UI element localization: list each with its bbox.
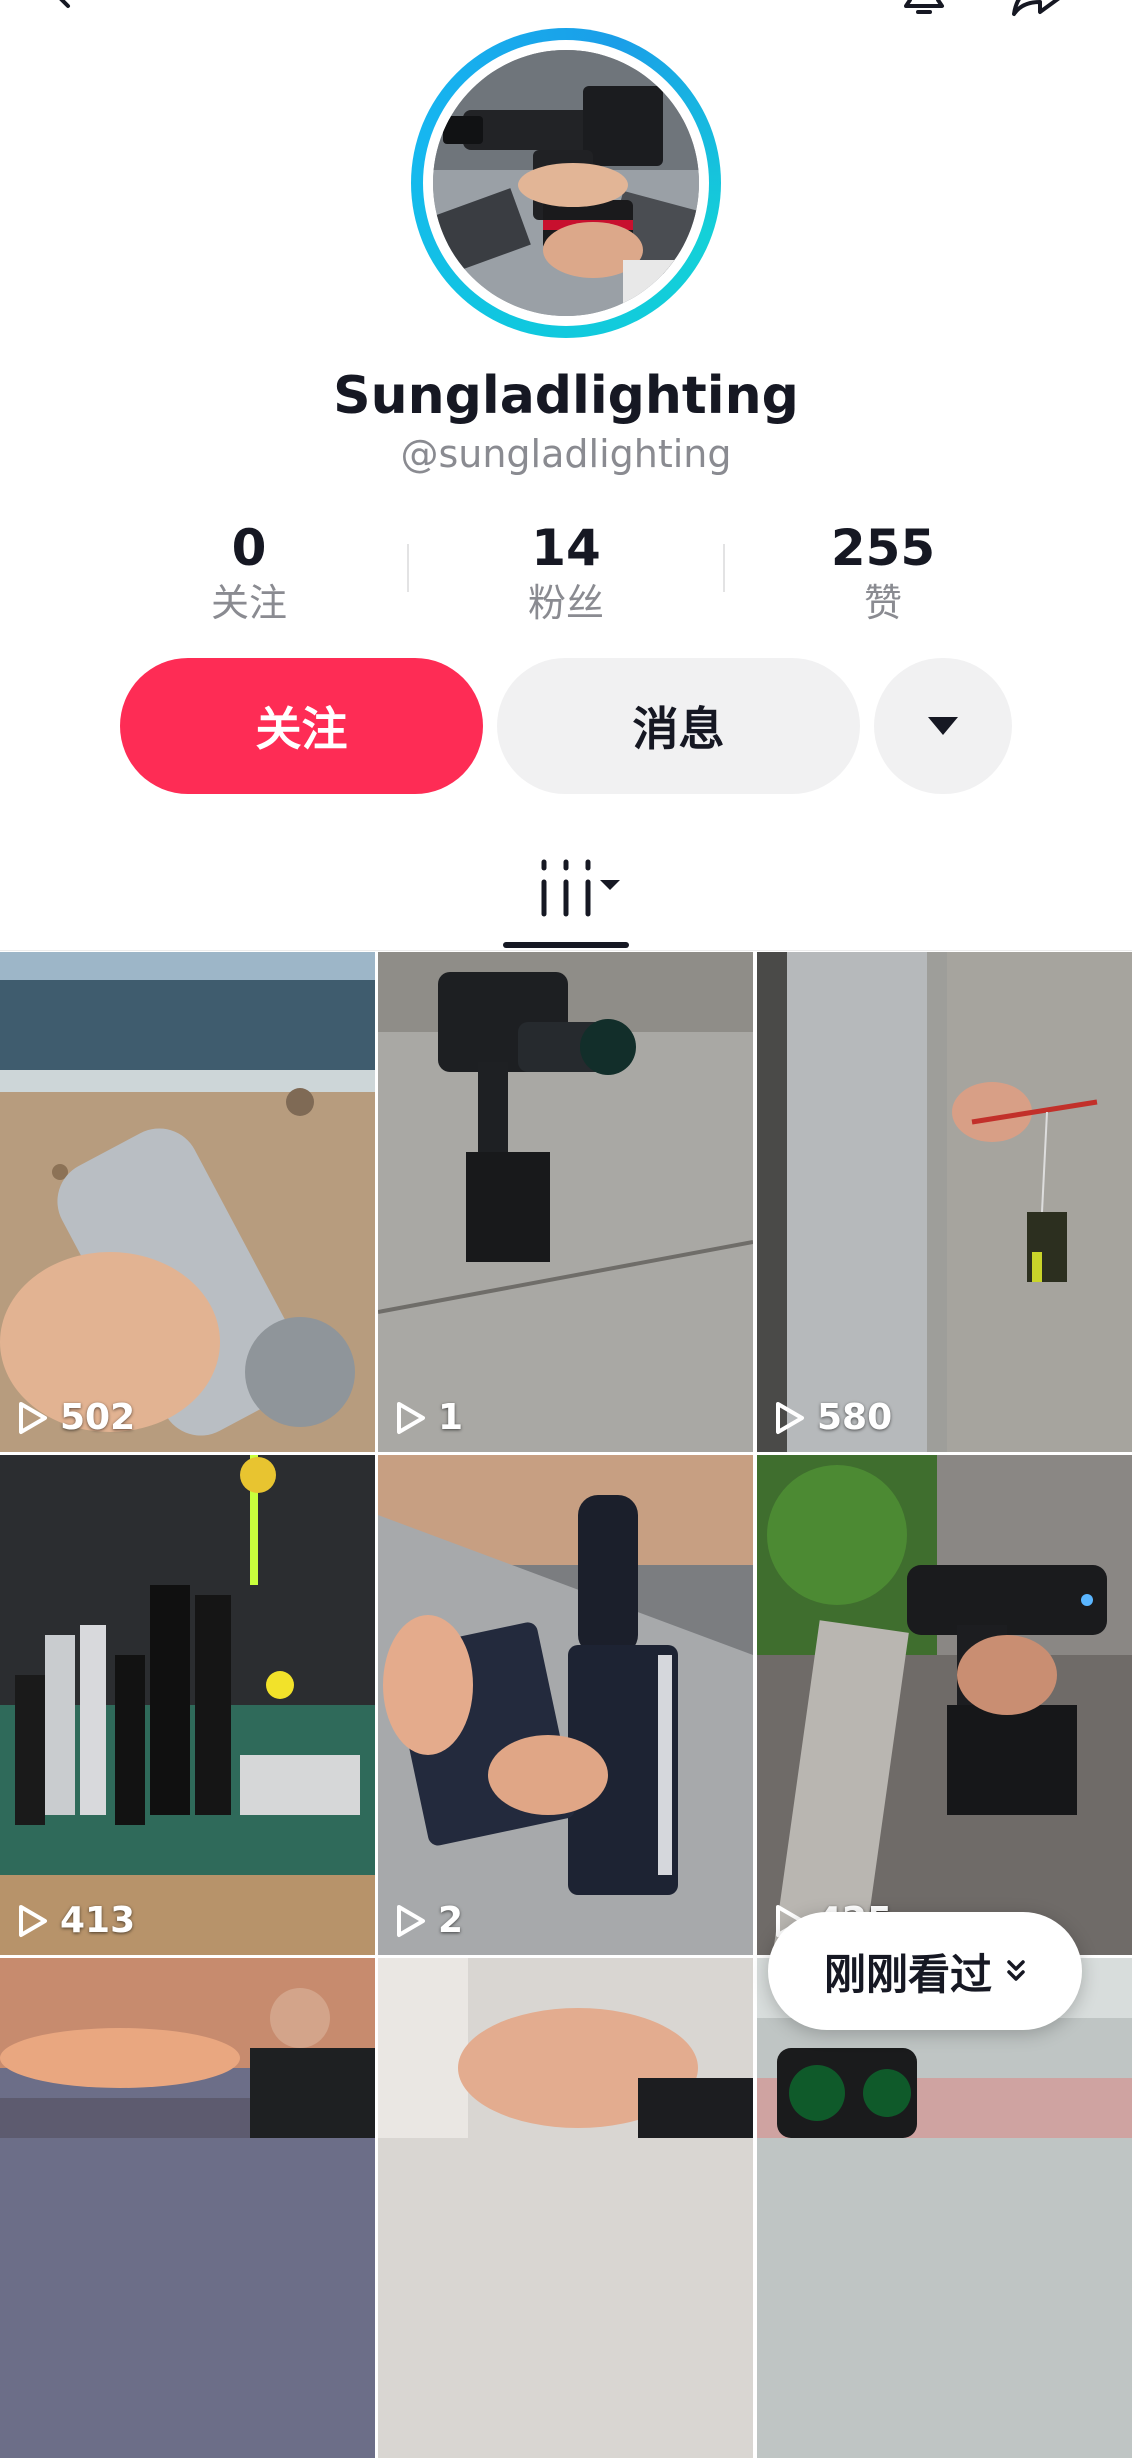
play-icon — [397, 1401, 425, 1434]
video-thumbnail[interactable] — [0, 1958, 375, 2458]
video-thumbnail[interactable]: 1 — [378, 952, 753, 1452]
follow-button-label: 关注 — [255, 702, 348, 756]
video-thumbnail[interactable]: 580 — [757, 952, 1132, 1452]
following-stat[interactable]: 0 关注 — [124, 518, 374, 628]
message-button[interactable]: 消息 — [497, 658, 860, 794]
video-view-count: 413 — [18, 1900, 135, 1941]
likes-label: 赞 — [863, 581, 902, 625]
avatar-border: 21700 — [423, 40, 709, 326]
following-label: 关注 — [210, 581, 287, 625]
play-icon — [397, 1904, 425, 1937]
stat-divider — [407, 544, 409, 592]
video-view-count: 2 — [396, 1900, 463, 1941]
video-view-count: 502 — [18, 1397, 135, 1438]
tab-divider — [0, 950, 1132, 951]
share-icon[interactable] — [1010, 0, 1066, 18]
play-icon — [19, 1401, 47, 1434]
avatar[interactable]: 21700 — [411, 28, 721, 338]
profile-display-name: Sungladlighting — [333, 366, 799, 426]
likes-stat[interactable]: 255 赞 — [758, 518, 1008, 628]
play-icon — [19, 1904, 47, 1937]
suggested-accounts-button[interactable] — [874, 658, 1012, 794]
avatar-photo: 21700 — [433, 50, 699, 316]
video-thumbnail[interactable]: 425 — [757, 1455, 1132, 1955]
profile-handle: @sungladlighting — [400, 432, 732, 476]
follow-button[interactable]: 关注 — [120, 658, 483, 794]
video-thumbnail[interactable]: 413 — [0, 1455, 375, 1955]
back-icon[interactable] — [40, 0, 80, 10]
play-icon — [776, 1401, 804, 1434]
stat-divider — [723, 544, 725, 592]
video-view-count: 1 — [396, 1397, 463, 1438]
videos-grid-tab-icon[interactable] — [530, 856, 630, 920]
video-thumbnail[interactable] — [378, 1958, 753, 2458]
followers-stat[interactable]: 14 粉丝 — [441, 518, 691, 628]
notification-bell-icon[interactable] — [900, 0, 948, 18]
video-thumbnail[interactable]: 502 — [0, 952, 375, 1452]
top-bar — [0, 0, 1132, 30]
followers-label: 粉丝 — [527, 581, 604, 625]
recently-viewed-label: 刚刚看过 — [823, 1949, 992, 1999]
video-thumbnail[interactable] — [757, 1958, 1132, 2458]
followers-count: 14 — [531, 519, 601, 577]
following-count: 0 — [231, 519, 267, 577]
message-button-label: 消息 — [632, 702, 725, 756]
recently-viewed-button[interactable]: 刚刚看过 — [768, 1912, 1082, 2030]
caret-down-icon — [928, 717, 958, 735]
video-view-count: 580 — [775, 1397, 892, 1438]
video-thumbnail[interactable]: 2 — [378, 1455, 753, 1955]
chevron-double-down-icon — [1007, 1960, 1025, 1981]
tab-active-indicator — [503, 942, 629, 948]
likes-count: 255 — [830, 519, 936, 577]
